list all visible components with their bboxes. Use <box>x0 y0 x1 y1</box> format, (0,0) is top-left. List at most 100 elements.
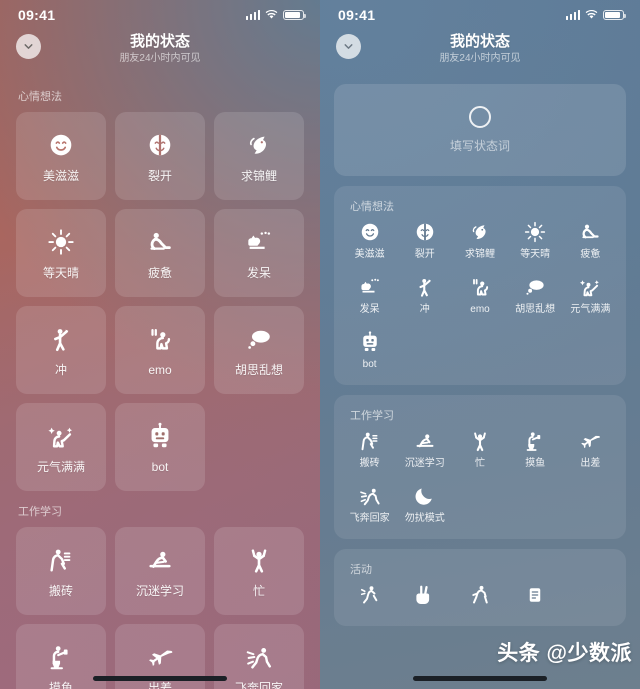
activity-grid-right <box>342 583 618 612</box>
status-item[interactable]: 元气满满 <box>563 275 618 316</box>
running-home-icon <box>358 484 382 508</box>
koi-fish-icon <box>244 130 274 160</box>
tired-person-icon <box>145 227 175 257</box>
smiley-face-icon <box>46 130 76 160</box>
wifi-icon <box>265 10 278 20</box>
status-tile[interactable]: 飞奔回家 <box>214 624 304 689</box>
status-item[interactable]: 胡思乱想 <box>508 275 563 316</box>
status-tile[interactable]: 沉迷学习 <box>115 527 205 615</box>
section-title-work-right: 工作学习 <box>350 410 394 422</box>
status-tile[interactable]: bot <box>115 403 205 491</box>
status-item[interactable] <box>397 583 452 612</box>
circle-icon <box>469 106 491 128</box>
cellular-signal-icon <box>245 10 260 20</box>
status-item-label: 勿扰模式 <box>404 513 445 524</box>
work-grid-right: 搬砖 沉迷学习 忙 摸鱼 出差 飞奔回家 勿扰模式 <box>342 429 618 525</box>
status-tile-label: 求锦鲤 <box>240 168 277 183</box>
status-tile[interactable]: 裂开 <box>115 112 205 200</box>
status-item-label: 忙 <box>474 458 485 469</box>
status-item[interactable]: emo <box>452 275 507 316</box>
status-item[interactable]: 等天晴 <box>508 220 563 261</box>
status-item[interactable]: 裂开 <box>397 220 452 261</box>
section-title-activity-right: 活动 <box>350 564 372 576</box>
status-tile[interactable]: 忙 <box>214 527 304 615</box>
status-item[interactable]: 摸鱼 <box>508 429 563 470</box>
mood-panel-right: 心情想法 美滋滋 裂开 求锦鲤 等天晴 疲惫 发呆 冲 emo 胡思乱想 元气满… <box>334 186 626 385</box>
status-item[interactable]: 沉迷学习 <box>397 429 452 470</box>
energetic-person-icon <box>46 421 76 451</box>
section-title-mood-left: 心情想法 <box>18 91 62 103</box>
status-item[interactable] <box>342 583 397 612</box>
tired-person-icon <box>578 220 602 244</box>
sun-icon <box>523 220 547 244</box>
chevron-down-icon[interactable] <box>336 34 361 59</box>
status-item[interactable]: 美滋滋 <box>342 220 397 261</box>
status-item[interactable] <box>508 583 563 612</box>
status-tile-label: 胡思乱想 <box>234 362 283 377</box>
status-tile[interactable]: 元气满满 <box>16 403 106 491</box>
studying-person-icon <box>145 545 175 575</box>
crying-person-icon <box>145 324 175 354</box>
status-item[interactable]: 出差 <box>563 429 618 470</box>
status-item-label: 等天晴 <box>520 249 551 260</box>
status-item[interactable]: 飞奔回家 <box>342 484 397 525</box>
status-tile[interactable]: 胡思乱想 <box>214 306 304 394</box>
home-indicator <box>413 676 547 681</box>
crying-person-icon <box>468 275 492 299</box>
status-icons <box>245 10 306 20</box>
watermark: 头条 @少数派 <box>497 642 632 665</box>
dancing-person-icon <box>358 583 382 607</box>
right-status-list: 填写状态词 心情想法 美滋滋 裂开 求锦鲤 等天晴 疲惫 发呆 冲 emo 胡思… <box>320 84 640 626</box>
status-tile[interactable]: 冲 <box>16 306 106 394</box>
left-phone-screen: 09:41 我的状态 朋友24小时内可见 心情想法 美滋滋 裂开 求锦鲤 等天晴… <box>0 0 320 689</box>
status-tile[interactable]: emo <box>115 306 205 394</box>
status-item[interactable]: 求锦鲤 <box>452 220 507 261</box>
status-item-label: 摸鱼 <box>525 458 546 469</box>
status-item-label: bot <box>362 359 377 370</box>
status-tile[interactable]: 美滋滋 <box>16 112 106 200</box>
status-tile-label: 搬砖 <box>48 583 73 598</box>
status-tile[interactable]: 发呆 <box>214 209 304 297</box>
status-item[interactable]: 发呆 <box>342 275 397 316</box>
status-tile-label: 发呆 <box>246 265 271 280</box>
status-item[interactable]: bot <box>342 330 397 371</box>
thought-cloud-icon <box>244 324 274 354</box>
busy-person-icon <box>468 429 492 453</box>
header-titles: 我的状态 朋友24小时内可见 <box>0 30 320 66</box>
status-item[interactable]: 勿扰模式 <box>397 484 452 525</box>
status-tile-label: 摸鱼 <box>48 680 73 689</box>
status-item-label: 飞奔回家 <box>349 513 390 524</box>
energetic-person-icon <box>578 275 602 299</box>
status-tile[interactable]: 等天晴 <box>16 209 106 297</box>
running-person-icon <box>468 583 492 607</box>
status-time: 09:41 <box>338 7 376 23</box>
header-titles: 我的状态 朋友24小时内可见 <box>320 30 640 66</box>
status-tile-label: 疲惫 <box>147 265 172 280</box>
status-tile[interactable]: 疲惫 <box>115 209 205 297</box>
status-bar-left: 09:41 <box>0 0 320 30</box>
status-item[interactable]: 冲 <box>397 275 452 316</box>
status-input-placeholder: 填写状态词 <box>449 139 510 153</box>
busy-person-icon <box>244 545 274 575</box>
status-tile-label: 美滋滋 <box>42 168 79 183</box>
status-tile-label: 裂开 <box>147 168 172 183</box>
status-item-label: 冲 <box>419 304 430 315</box>
carrying-bricks-icon <box>46 545 76 575</box>
cellular-signal-icon <box>565 10 580 20</box>
status-tile[interactable]: 搬砖 <box>16 527 106 615</box>
cracked-face-icon <box>413 220 437 244</box>
left-status-list: 心情想法 美滋滋 裂开 求锦鲤 等天晴 疲惫 发呆 冲 emo 胡思乱想 元气满… <box>0 88 320 689</box>
status-text-input-card[interactable]: 填写状态词 <box>334 84 626 176</box>
mood-grid-left: 美滋滋 裂开 求锦鲤 等天晴 疲惫 发呆 冲 emo 胡思乱想 元气满满 bot <box>16 112 304 491</box>
page-title: 我的状态 <box>449 33 510 50</box>
status-item[interactable] <box>452 583 507 612</box>
status-item-label: 美滋滋 <box>354 249 385 260</box>
status-item[interactable]: 搬砖 <box>342 429 397 470</box>
status-item[interactable]: 疲惫 <box>563 220 618 261</box>
status-item-label: 裂开 <box>414 249 435 260</box>
status-tile[interactable]: 求锦鲤 <box>214 112 304 200</box>
status-item[interactable]: 忙 <box>452 429 507 470</box>
thought-cloud-icon <box>523 275 547 299</box>
status-tile-label: bot <box>151 459 169 474</box>
chevron-down-icon[interactable] <box>16 34 41 59</box>
